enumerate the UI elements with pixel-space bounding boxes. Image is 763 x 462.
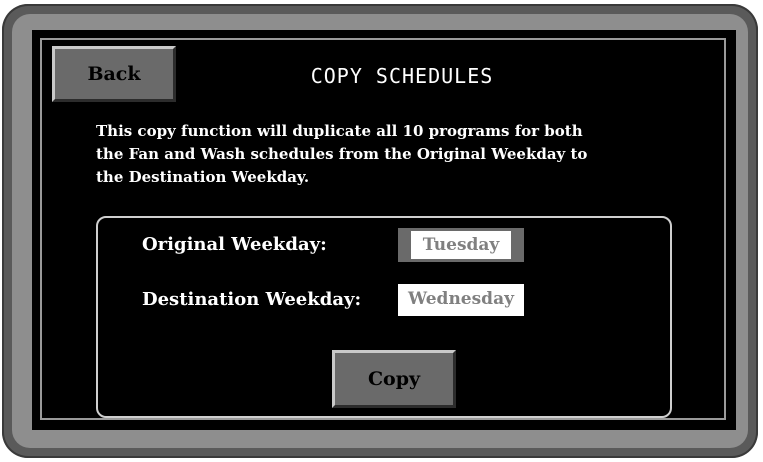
copy-button[interactable]: Copy <box>332 350 456 408</box>
destination-weekday-field[interactable]: Wednesday <box>398 284 524 316</box>
description-line-1: This copy function will duplicate all 10… <box>96 122 583 140</box>
original-weekday-field[interactable]: Tuesday <box>398 228 524 262</box>
back-button[interactable]: Back <box>52 46 176 102</box>
page-title: COPY SCHEDULES <box>310 64 494 88</box>
description-line-3: the Destination Weekday. <box>96 168 310 186</box>
description-text: This copy function will duplicate all 10… <box>96 120 696 189</box>
original-weekday-value: Tuesday <box>411 231 511 259</box>
description-line-2: the Fan and Wash schedules from the Orig… <box>96 145 588 163</box>
display-screen: Back COPY SCHEDULES This copy function w… <box>32 30 736 430</box>
destination-weekday-label: Destination Weekday: <box>142 289 362 310</box>
hmi-window: Back COPY SCHEDULES This copy function w… <box>0 0 763 462</box>
original-weekday-label: Original Weekday: <box>142 234 327 255</box>
